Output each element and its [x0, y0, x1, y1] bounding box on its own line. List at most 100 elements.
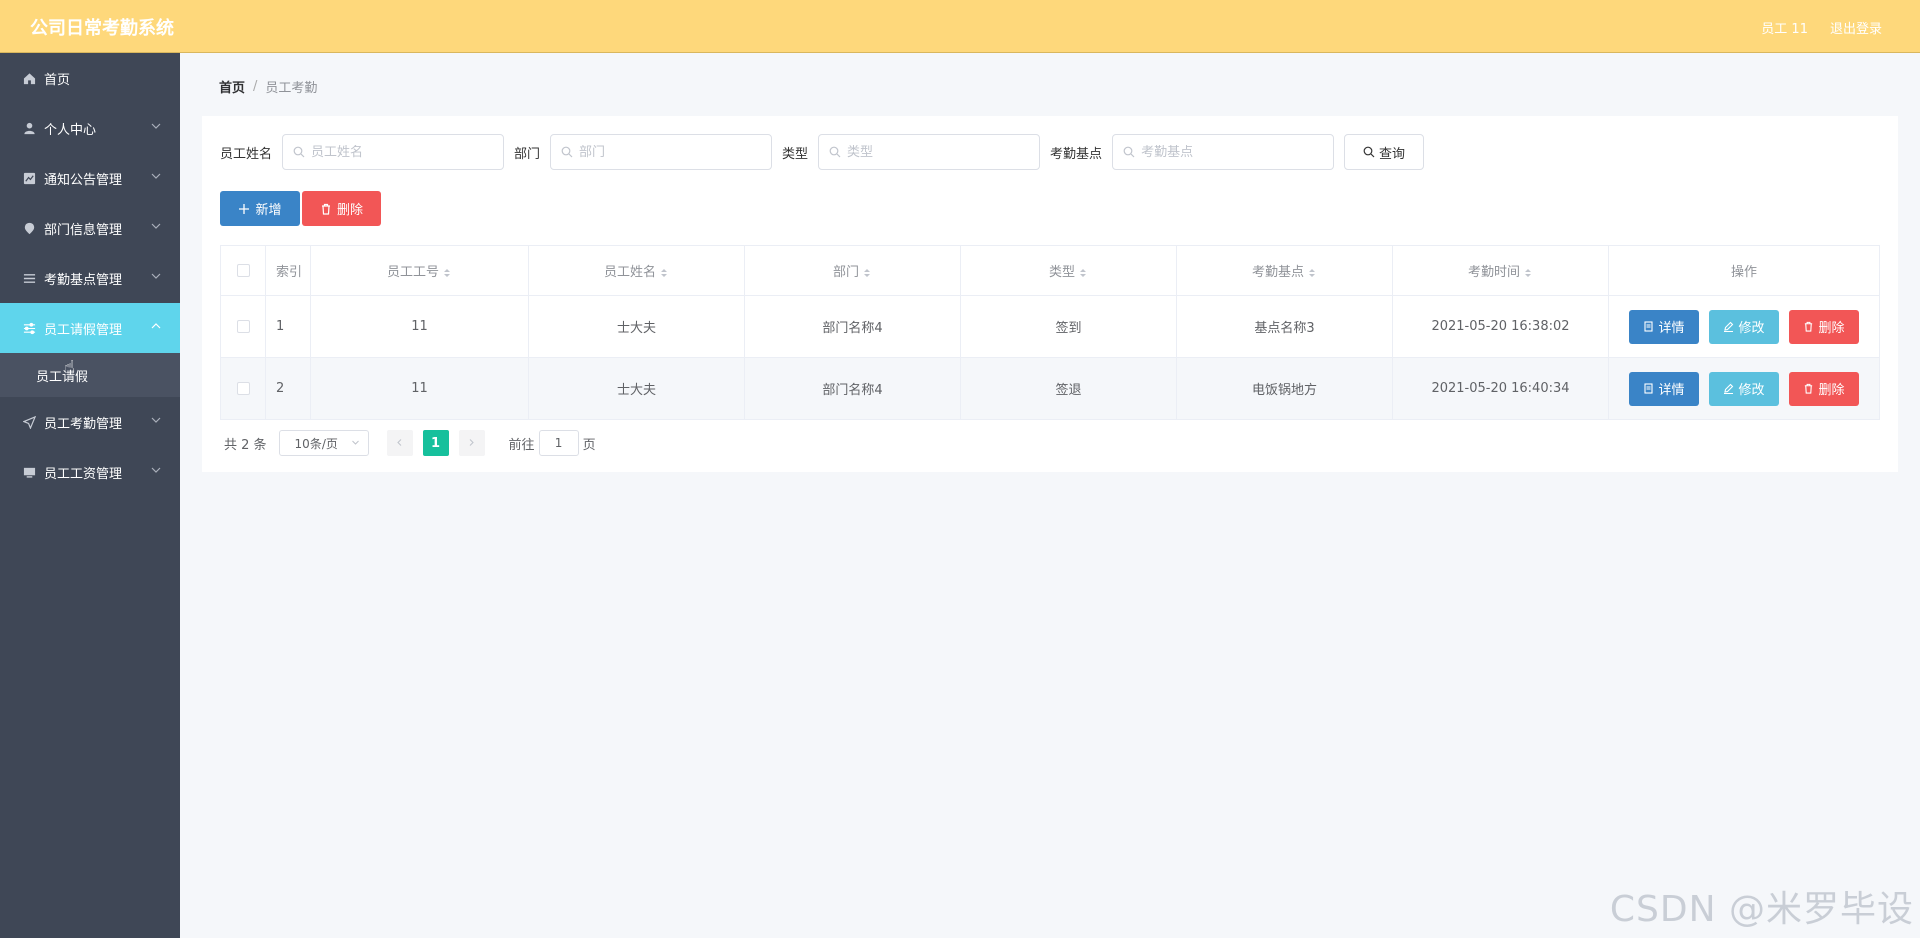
chevron-down-icon [150, 270, 162, 282]
sort-icon [442, 267, 452, 279]
chevron-right-icon [467, 436, 476, 451]
breadcrumb-home[interactable]: 首页 [219, 77, 245, 96]
page-number-current[interactable]: 1 [422, 430, 449, 456]
cell-type: 签到 [960, 295, 1177, 358]
row-checkbox[interactable] [236, 382, 250, 395]
document-icon [1643, 383, 1654, 394]
type-search-input[interactable] [847, 144, 1028, 160]
chevron-down-icon [150, 220, 162, 232]
sidebar-item-leave[interactable]: 员工请假管理 [0, 303, 180, 353]
search-icon [561, 146, 573, 158]
current-user: 员工 11 [1761, 22, 1808, 37]
sort-icon [1307, 267, 1317, 279]
attendance-table: 索引 员工工号 员工姓名 部门 类型 考勤基点 考勤时间 操作 1 11 士大夫… [220, 245, 1880, 420]
sidebar-item-label: 个人中心 [44, 122, 97, 138]
logout-link[interactable]: 退出登录 [1830, 18, 1882, 37]
table-row: 1 11 士大夫 部门名称4 签到 基点名称3 2021-05-20 16:38… [220, 295, 1880, 358]
breadcrumb: 首页 / 员工考勤 [202, 61, 1898, 111]
cell-index: 1 [265, 295, 311, 358]
type-label: 类型 [782, 146, 809, 162]
breadcrumb-separator: / [253, 78, 258, 94]
dept-label: 部门 [514, 146, 541, 162]
chevron-down-icon [150, 170, 162, 182]
sidebar: 首页 个人中心 通知公告管理 部门信息管理 考勤基点管理 员工请假管理 员工请假… [0, 53, 180, 938]
plus-icon [238, 203, 250, 215]
watermark: CSDN @米罗毕设 [1609, 889, 1914, 930]
detail-button-label: 详情 [1658, 321, 1685, 336]
trash-icon [1803, 321, 1814, 332]
sidebar-item-attendance[interactable]: 员工考勤管理 [0, 397, 180, 447]
cell-ops: 详情 修改 删除 [1608, 357, 1880, 420]
detail-button[interactable]: 详情 [1629, 371, 1699, 406]
base-input-wrapper [1112, 134, 1335, 170]
col-dept-label: 部门 [832, 265, 859, 280]
goto-page-input[interactable] [538, 430, 579, 456]
chevron-left-icon [395, 436, 404, 451]
sidebar-item-label: 首页 [44, 72, 71, 88]
sidebar-item-notice[interactable]: 通知公告管理 [0, 153, 180, 203]
delete-button[interactable]: 删除 [1789, 309, 1859, 344]
content-card: 员工姓名 部门 类型 考勤基点 查询 新增 [202, 116, 1898, 472]
col-base-label: 考勤基点 [1251, 265, 1304, 280]
goto-prefix: 前往 [508, 437, 535, 453]
search-form: 员工姓名 部门 类型 考勤基点 查询 [220, 134, 1425, 170]
sidebar-item-label: 员工考勤管理 [44, 416, 123, 432]
col-type[interactable]: 类型 [960, 245, 1177, 296]
col-time[interactable]: 考勤时间 [1392, 245, 1609, 296]
send-icon [22, 415, 36, 429]
query-button[interactable]: 查询 [1344, 134, 1425, 170]
name-search-input[interactable] [311, 144, 492, 160]
sidebar-item-personal-center[interactable]: 个人中心 [0, 103, 180, 153]
add-button[interactable]: 新增 [220, 191, 300, 226]
edit-button[interactable]: 修改 [1709, 309, 1779, 344]
cell-ops: 详情 修改 删除 [1608, 295, 1880, 358]
detail-button[interactable]: 详情 [1629, 309, 1699, 344]
chevron-down-icon [150, 464, 162, 476]
goto-page: 前往 页 [509, 430, 596, 456]
page-size-select[interactable]: 10条/页 [278, 430, 369, 456]
delete-button[interactable]: 删除 [1789, 371, 1859, 406]
col-emp-name[interactable]: 员工姓名 [528, 245, 745, 296]
base-search-input[interactable] [1141, 144, 1322, 160]
row-actions: 详情 修改 删除 [1609, 309, 1879, 344]
row-select-cell [220, 357, 266, 420]
cell-time: 2021-05-20 16:40:34 [1392, 357, 1609, 420]
name-label: 员工姓名 [220, 146, 273, 162]
dept-search-input[interactable] [579, 144, 760, 160]
edit-button[interactable]: 修改 [1709, 371, 1779, 406]
cell-emp-no: 11 [310, 357, 529, 420]
sidebar-subitem-leave[interactable]: 员工请假 [0, 353, 180, 397]
col-dept[interactable]: 部门 [744, 245, 961, 296]
sidebar-item-department[interactable]: 部门信息管理 [0, 203, 180, 253]
next-page-button[interactable] [458, 430, 485, 456]
edit-button-label: 修改 [1738, 321, 1765, 336]
cell-index: 2 [265, 357, 311, 420]
sidebar-item-salary[interactable]: 员工工资管理 [0, 447, 180, 497]
sidebar-item-label: 员工工资管理 [44, 466, 123, 482]
cell-emp-name: 士大夫 [528, 357, 745, 420]
header-user-area: 员工 11 退出登录 [1761, 18, 1882, 37]
sort-icon [862, 267, 872, 279]
col-base[interactable]: 考勤基点 [1176, 245, 1393, 296]
batch-delete-button[interactable]: 删除 [302, 191, 381, 226]
sidebar-item-home[interactable]: 首页 [0, 53, 180, 103]
notice-icon [22, 171, 36, 185]
sort-icon [659, 267, 669, 279]
search-icon [829, 146, 841, 158]
col-emp-no[interactable]: 员工工号 [310, 245, 529, 296]
detail-button-label: 详情 [1658, 383, 1685, 398]
delete-button-label: 删除 [1818, 321, 1845, 336]
row-select-cell [220, 295, 266, 358]
sidebar-item-attendance-base[interactable]: 考勤基点管理 [0, 253, 180, 303]
dept-input-wrapper [550, 134, 773, 170]
cell-base: 电饭锅地方 [1176, 357, 1393, 420]
prev-page-button[interactable] [386, 430, 413, 456]
col-index: 索引 [265, 245, 311, 296]
row-actions: 详情 修改 删除 [1609, 371, 1879, 406]
trash-icon [320, 203, 332, 215]
location-icon [22, 221, 36, 235]
sidebar-item-label: 考勤基点管理 [44, 272, 123, 288]
document-icon [1643, 321, 1654, 332]
select-all-checkbox[interactable] [236, 264, 250, 277]
row-checkbox[interactable] [236, 320, 250, 333]
